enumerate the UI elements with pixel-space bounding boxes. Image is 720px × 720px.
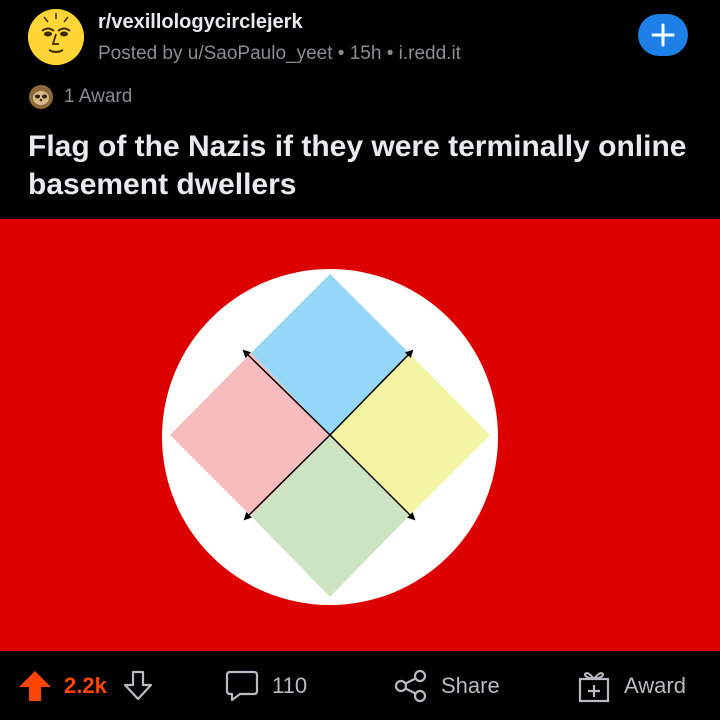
post-age: 15h xyxy=(349,43,382,64)
join-button[interactable] xyxy=(638,14,688,56)
meta-separator: • xyxy=(386,43,394,64)
post-actions-bar: 2.2k 110 Share Award xyxy=(0,651,720,720)
sun-face-icon xyxy=(28,9,84,65)
comments-count: 110 xyxy=(272,672,308,698)
upvote-icon[interactable] xyxy=(18,669,52,703)
subreddit-name[interactable]: r/vexillologycirclejerk xyxy=(98,11,303,34)
comment-icon xyxy=(225,670,259,701)
meta-separator: • xyxy=(337,43,345,64)
gift-icon xyxy=(578,671,610,702)
post-header: r/vexillologycirclejerk Posted by u/SaoP… xyxy=(0,0,720,80)
subreddit-avatar[interactable] xyxy=(28,9,84,65)
awards-count: 1 Award xyxy=(64,86,133,107)
award-sloth-icon xyxy=(29,85,53,109)
post-domain[interactable]: i.redd.it xyxy=(399,43,461,64)
share-label: Share xyxy=(441,672,500,698)
post-image[interactable] xyxy=(0,219,720,651)
flag-image xyxy=(162,269,498,605)
post-title[interactable]: Flag of the Nazis if they were terminall… xyxy=(28,128,698,204)
award-label: Award xyxy=(624,672,686,698)
comments-button[interactable]: 110 xyxy=(224,651,307,720)
vote-count: 2.2k xyxy=(64,672,107,698)
post-meta: Posted by u/SaoPaulo_yeet • 15h • i.redd… xyxy=(98,43,461,65)
posted-by[interactable]: Posted by u/SaoPaulo_yeet xyxy=(98,43,333,64)
award-button[interactable]: Award xyxy=(576,651,686,720)
vote-group: 2.2k xyxy=(18,651,155,720)
downvote-icon[interactable] xyxy=(121,669,155,703)
awards-row[interactable]: 1 Award xyxy=(28,82,132,112)
plus-icon xyxy=(651,23,675,47)
share-icon xyxy=(394,669,427,702)
share-button[interactable]: Share xyxy=(393,651,500,720)
